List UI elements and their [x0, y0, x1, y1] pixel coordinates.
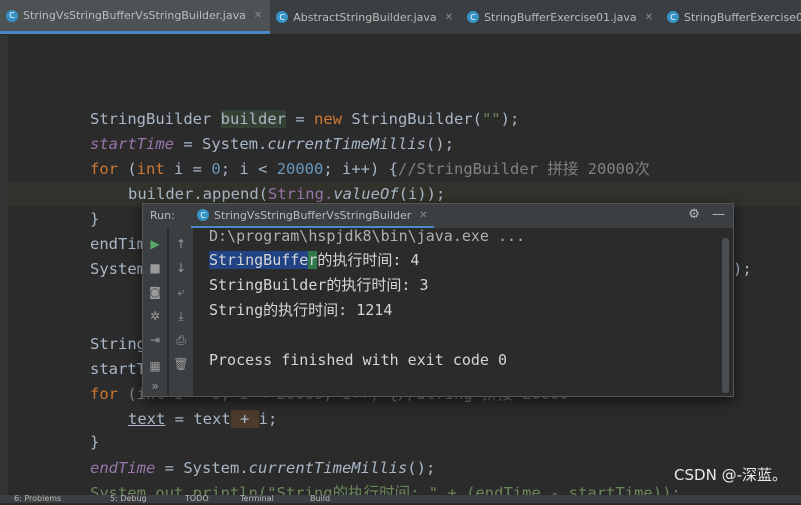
- java-file-icon: C: [197, 209, 209, 221]
- editor-tabs: C StringVsStringBufferVsStringBuilder.ja…: [0, 0, 801, 35]
- java-file-icon: C: [6, 9, 18, 22]
- close-icon[interactable]: ✕: [254, 10, 262, 21]
- soft-wrap-icon[interactable]: ⤶: [173, 284, 189, 300]
- console-line: D:\program\hspjdk8\bin\java.exe ...: [209, 227, 526, 245]
- tab-label: AbstractStringBuilder.java: [293, 10, 437, 24]
- code-line: }: [90, 433, 100, 451]
- arrow-up-icon[interactable]: ↑: [173, 236, 189, 252]
- login-icon[interactable]: ⇥: [147, 332, 163, 348]
- tab-stringbufferexercise02[interactable]: C StringBufferExercise02.java ✕: [661, 0, 801, 34]
- run-tool-window: Run: C StringVsStringBufferVsStringBuild…: [142, 203, 734, 397]
- console-line: String的执行时间: 1214: [209, 301, 393, 319]
- status-todo[interactable]: TODO: [185, 495, 209, 503]
- close-icon[interactable]: ✕: [445, 12, 453, 23]
- code-line: endTim: [90, 235, 146, 253]
- code-line: String: [90, 335, 146, 353]
- tab-label: StringVsStringBufferVsStringBuilder.java: [23, 9, 246, 22]
- tab-abstractstringbuilder[interactable]: C AbstractStringBuilder.java ✕: [270, 0, 461, 34]
- tab-label: StringBufferExercise02.java: [683, 10, 801, 24]
- run-tab-label: StringVsStringBufferVsStringBuilder: [214, 208, 412, 222]
- tab-stringvsstringbuffervsstringbuilder[interactable]: C StringVsStringBufferVsStringBuilder.ja…: [0, 0, 271, 34]
- trash-icon[interactable]: 🗑: [173, 356, 189, 372]
- java-file-icon: C: [467, 11, 480, 23]
- code-line: startT: [90, 360, 146, 378]
- java-file-icon: C: [666, 11, 679, 23]
- run-tools: ⚙ —: [688, 207, 725, 222]
- scroll-to-end-icon[interactable]: ⤓: [173, 308, 189, 324]
- code-editor[interactable]: StringBuilder builder = new StringBuilde…: [8, 0, 801, 502]
- print-icon[interactable]: ⎙: [173, 332, 189, 348]
- more-icon[interactable]: »: [147, 378, 163, 394]
- minimize-icon[interactable]: —: [712, 207, 725, 222]
- code-line: startTime = System.currentTimeMillis();: [90, 135, 454, 153]
- console-output[interactable]: D:\program\hspjdk8\bin\java.exe ... Stri…: [209, 227, 525, 369]
- console-scrollbar[interactable]: [722, 238, 729, 393]
- code-line: for (int i = 0; i < 20000; i++) {//Strin…: [90, 160, 650, 178]
- editor-gutter: [0, 35, 8, 503]
- bug-icon[interactable]: ✲: [147, 308, 163, 324]
- stop-icon[interactable]: ■: [147, 260, 163, 276]
- status-problems[interactable]: 6: Problems: [14, 495, 61, 503]
- java-file-icon: C: [276, 11, 289, 23]
- run-toolbar-left: ▶ ■ ◙ ✲ ⇥ ▦ »: [143, 228, 167, 396]
- status-debug[interactable]: 5: Debug: [110, 495, 147, 503]
- watermark: CSDN @-深蓝。: [674, 466, 787, 484]
- gear-icon[interactable]: ⚙: [688, 207, 700, 222]
- tab-label: StringBufferExercise01.java: [484, 10, 637, 24]
- console-line: StringBuilder的执行时间: 3: [209, 276, 429, 294]
- status-build[interactable]: Build: [310, 495, 330, 503]
- code-line: }: [90, 210, 100, 228]
- status-bar: 6: Problems 5: Debug TODO Terminal Build: [0, 495, 801, 503]
- play-icon[interactable]: ▶: [147, 236, 163, 252]
- status-terminal[interactable]: Terminal: [240, 495, 274, 503]
- code-line: StringBuilder builder = new StringBuilde…: [90, 110, 520, 128]
- camera-icon[interactable]: ◙: [147, 284, 163, 300]
- close-icon[interactable]: ✕: [645, 12, 653, 23]
- code-line: System);: [90, 260, 752, 278]
- layout-icon[interactable]: ▦: [147, 358, 163, 374]
- code-line: endTime = System.currentTimeMillis();: [90, 459, 436, 477]
- console-line: Process finished with exit code 0: [209, 351, 508, 369]
- run-toolbar-right: ↑ ↓ ⤶ ⤓ ⎙ 🗑: [169, 228, 193, 396]
- code-line: text = text + i;: [128, 410, 278, 428]
- close-icon[interactable]: ✕: [419, 210, 427, 221]
- run-title: Run:: [150, 209, 175, 222]
- tab-stringbufferexercise01[interactable]: C StringBufferExercise01.java ✕: [461, 0, 661, 34]
- console-line: StringBuffer的执行时间: 4: [209, 251, 420, 269]
- arrow-down-icon[interactable]: ↓: [173, 260, 189, 276]
